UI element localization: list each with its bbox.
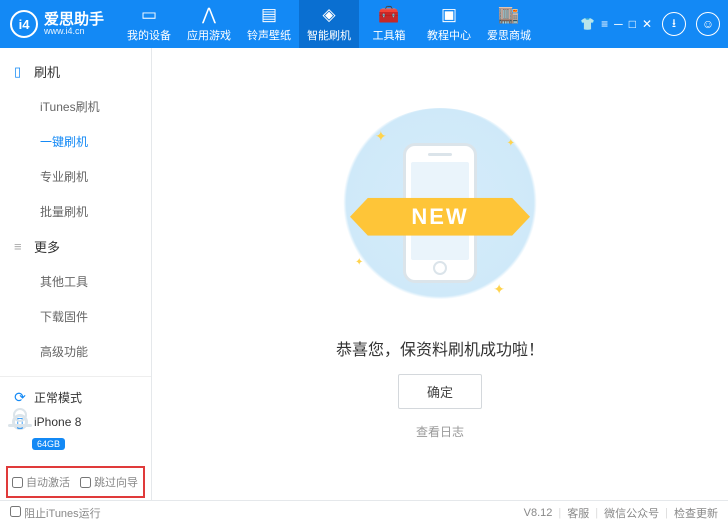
checkbox-auto-activate[interactable] — [12, 477, 23, 488]
nav-tutorial[interactable]: ▣教程中心 — [419, 0, 479, 48]
content-area: ✦ ✦ ✦ ✦ NEW 恭喜您，保资料刷机成功啦！ 确定 查看日志 — [152, 48, 728, 500]
spark-icon: ✦ — [375, 128, 387, 145]
nav-flash[interactable]: ◈智能刷机 — [299, 0, 359, 48]
sidebar-item-pro[interactable]: 专业刷机 — [0, 159, 151, 194]
nav-device[interactable]: ▭我的设备 — [119, 0, 179, 48]
confirm-button[interactable]: 确定 — [398, 374, 482, 409]
wechat-link[interactable]: 微信公众号 — [604, 505, 659, 521]
apps-icon: ⋀ — [202, 5, 216, 25]
device-icon: ▯ — [14, 64, 28, 80]
nav-apps[interactable]: ⋀应用游戏 — [179, 0, 239, 48]
opt-auto-activate[interactable]: 自动激活 — [12, 474, 70, 490]
user-icon[interactable]: ☺ — [696, 12, 720, 36]
sidebar-item-batch[interactable]: 批量刷机 — [0, 194, 151, 229]
view-log-link[interactable]: 查看日志 — [416, 423, 464, 440]
success-illustration: ✦ ✦ ✦ ✦ NEW — [335, 108, 545, 318]
block-itunes-option[interactable]: 阻止iTunes运行 — [10, 505, 101, 521]
checkbox-skip-guide[interactable] — [80, 477, 91, 488]
sidebar-group-more: ≡更多 — [0, 229, 151, 264]
wallpaper-icon: ▤ — [261, 5, 277, 25]
more-icon: ≡ — [14, 239, 28, 254]
storage-badge: 64GB — [32, 438, 65, 450]
sidebar-item-other[interactable]: 其他工具 — [0, 264, 151, 299]
options-highlight: 自动激活 跳过向导 — [6, 466, 145, 498]
menu-icon[interactable]: ≡ — [601, 17, 608, 31]
minimize-icon[interactable]: ─ — [614, 17, 623, 31]
version-label: V8.12 — [524, 507, 553, 519]
sidebar-item-firmware[interactable]: 下载固件 — [0, 299, 151, 334]
tutorial-icon: ▣ — [441, 5, 457, 25]
spark-icon: ✦ — [507, 138, 515, 149]
tshirt-icon[interactable]: 👕 — [580, 17, 595, 31]
new-banner: NEW — [350, 198, 530, 236]
download-icon[interactable]: ⭳ — [662, 12, 686, 36]
close-icon[interactable]: ✕ — [642, 17, 652, 31]
store-icon: 🏬 — [498, 5, 519, 25]
app-name: 爱思助手 — [44, 12, 104, 27]
sidebar-item-itunes[interactable]: iTunes刷机 — [0, 89, 151, 124]
sidebar-item-oneclick[interactable]: 一键刷机 — [0, 124, 151, 159]
device-row[interactable]: ▯iPhone 8 — [10, 410, 141, 434]
phone-icon: ▭ — [141, 5, 157, 25]
opt-skip-guide[interactable]: 跳过向导 — [80, 474, 138, 490]
nav-ringtone[interactable]: ▤铃声壁纸 — [239, 0, 299, 48]
update-link[interactable]: 检查更新 — [674, 505, 718, 521]
success-message: 恭喜您，保资料刷机成功啦！ — [336, 336, 544, 360]
flash-icon: ◈ — [322, 5, 335, 25]
phone-small-icon: ▯ — [12, 414, 28, 430]
sidebar-device-panel: ⟳正常模式 ▯iPhone 8 64GB — [0, 376, 151, 460]
nav-store[interactable]: 🏬爱思商城 — [479, 0, 539, 48]
refresh-icon: ⟳ — [12, 390, 28, 406]
app-logo: i4 爱思助手 www.i4.cn — [10, 10, 104, 38]
support-link[interactable]: 客服 — [567, 505, 589, 521]
sidebar-group-flash: ▯刷机 — [0, 54, 151, 89]
toolbox-icon: 🧰 — [378, 5, 399, 25]
sidebar-item-advanced[interactable]: 高级功能 — [0, 334, 151, 369]
app-url: www.i4.cn — [44, 27, 104, 36]
title-bar: i4 爱思助手 www.i4.cn ▭我的设备 ⋀应用游戏 ▤铃声壁纸 ◈智能刷… — [0, 0, 728, 48]
maximize-icon[interactable]: □ — [629, 17, 636, 31]
status-bar: 阻止iTunes运行 V8.12 | 客服 | 微信公众号 | 检查更新 — [0, 500, 728, 524]
main-nav: ▭我的设备 ⋀应用游戏 ▤铃声壁纸 ◈智能刷机 🧰工具箱 ▣教程中心 🏬爱思商城 — [119, 0, 580, 48]
checkbox-block-itunes[interactable] — [10, 506, 21, 517]
spark-icon: ✦ — [355, 257, 363, 268]
window-controls: 👕 ≡ ─ □ ✕ ⭳ ☺ — [580, 12, 728, 36]
logo-icon: i4 — [10, 10, 38, 38]
nav-tools[interactable]: 🧰工具箱 — [359, 0, 419, 48]
mode-row[interactable]: ⟳正常模式 — [10, 385, 141, 410]
sidebar: ▯刷机 iTunes刷机 一键刷机 专业刷机 批量刷机 ≡更多 其他工具 下载固… — [0, 48, 152, 500]
spark-icon: ✦ — [493, 281, 505, 298]
